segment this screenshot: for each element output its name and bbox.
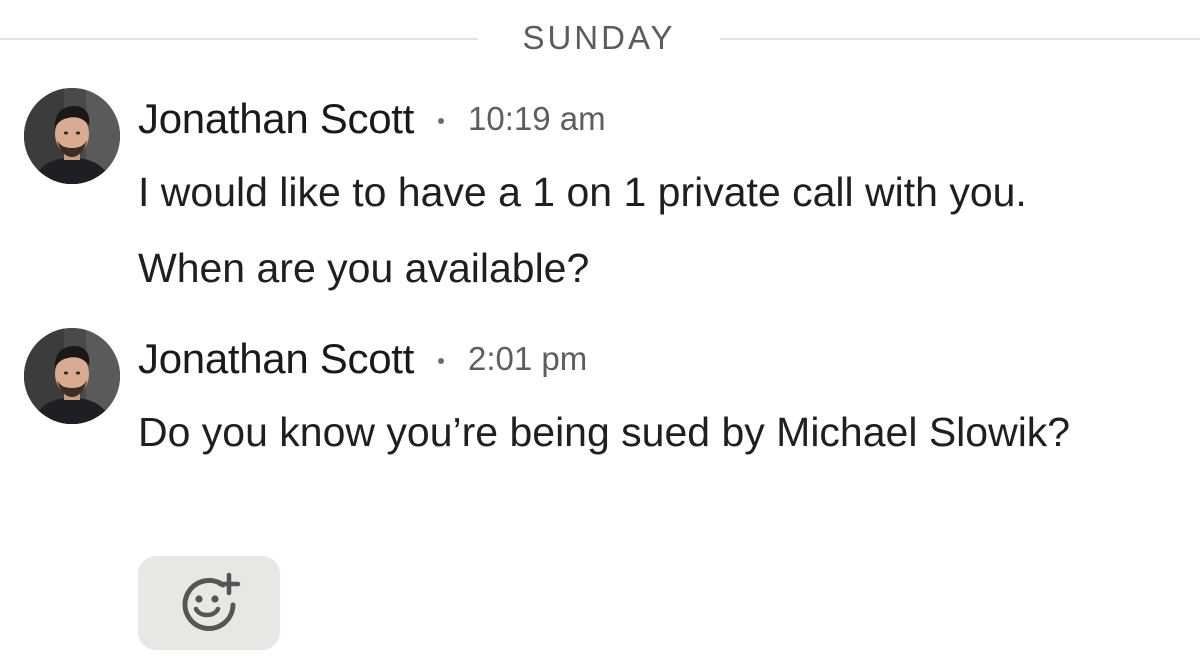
avatar[interactable] <box>24 88 120 184</box>
separator-dot <box>438 358 444 364</box>
message-text: I would like to have a 1 on 1 private ca… <box>138 169 1027 291</box>
add-emoji-icon <box>182 572 241 631</box>
add-reaction-button[interactable] <box>138 556 280 650</box>
sender-name[interactable]: Jonathan Scott <box>138 95 414 143</box>
message-time: 2:01 pm <box>468 340 588 377</box>
sender-name[interactable]: Jonathan Scott <box>138 335 414 383</box>
divider-line-right <box>720 38 1200 40</box>
message-time: 10:19 am <box>468 100 606 137</box>
profile-photo-icon <box>24 88 120 184</box>
message-text: Do you know you’re being sued by Michael… <box>138 409 1071 455</box>
message-header: Jonathan Scott 2:01 pm <box>138 334 587 384</box>
divider-line-left <box>0 38 478 40</box>
message-header: Jonathan Scott 10:19 am <box>138 94 606 144</box>
day-label: SUNDAY <box>522 19 676 56</box>
avatar[interactable] <box>24 328 120 424</box>
profile-photo-icon <box>24 328 120 424</box>
day-divider: SUNDAY <box>0 18 1200 62</box>
separator-dot <box>438 118 444 124</box>
